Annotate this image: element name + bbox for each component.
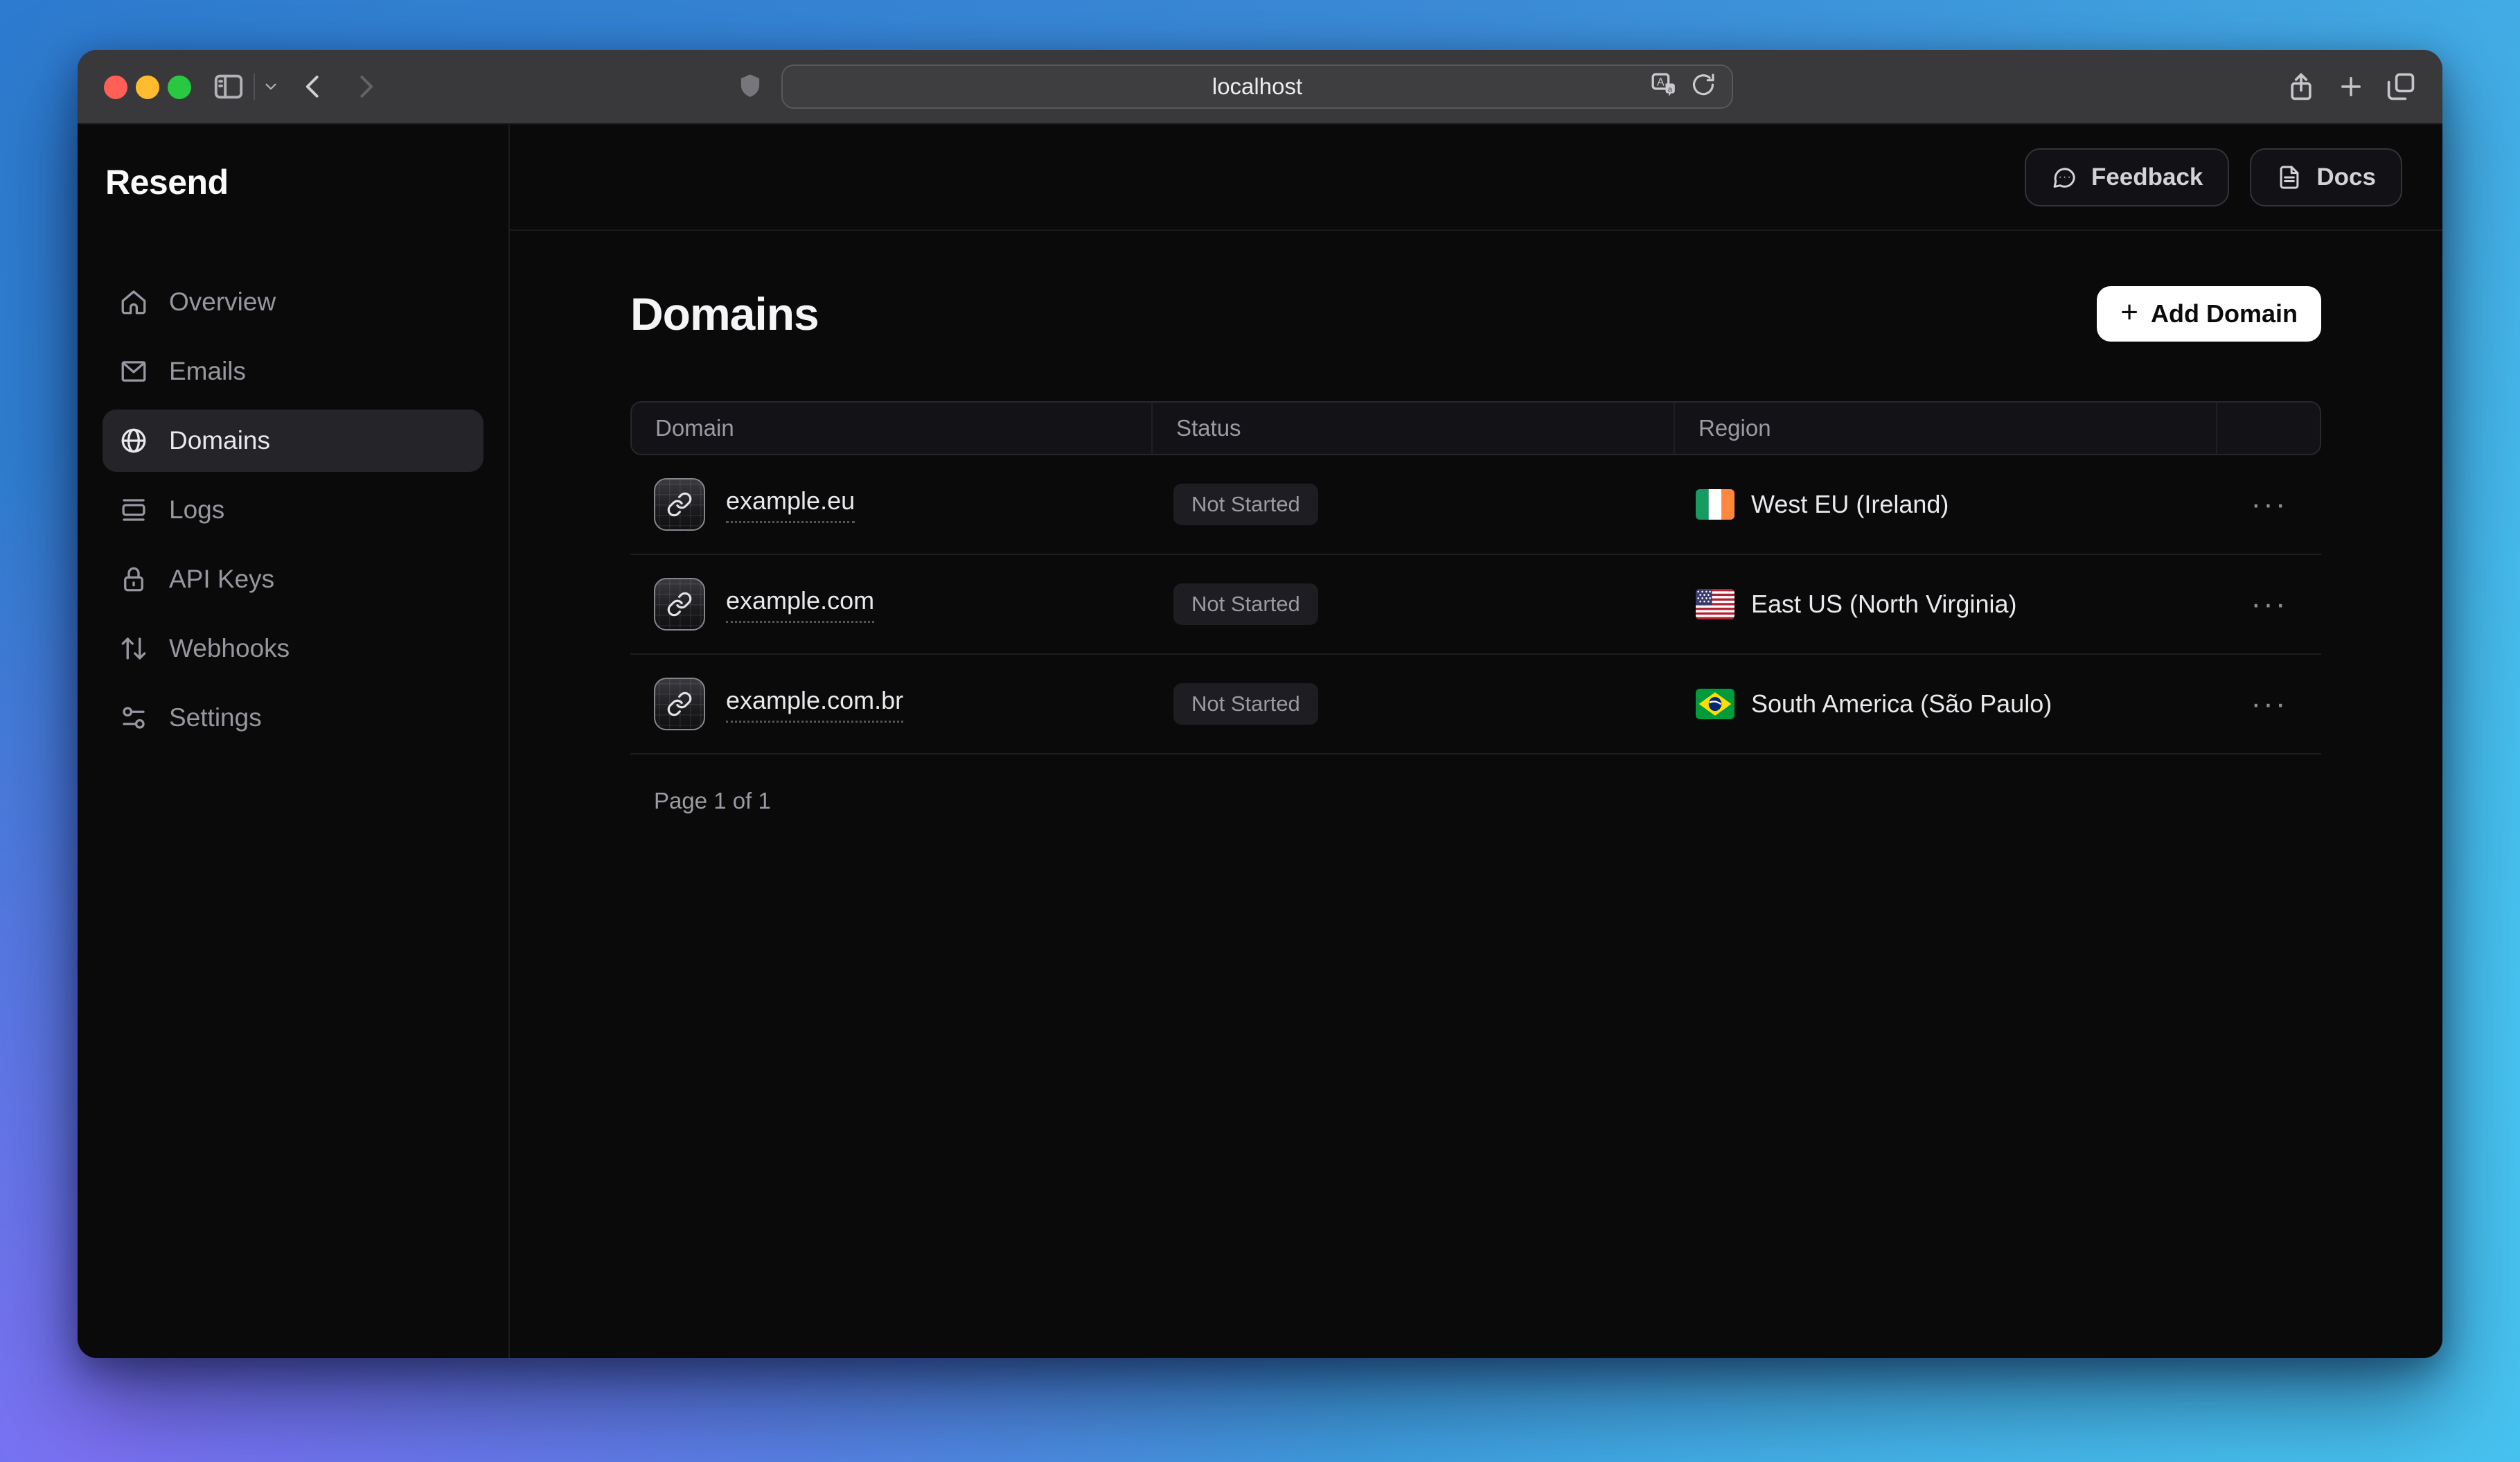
- arrows-up-down-icon: [119, 634, 148, 663]
- region-label: East US (North Virginia): [1751, 590, 2016, 619]
- desktop-background: localhost Aa: [0, 0, 2520, 1462]
- sliders-icon: [119, 703, 148, 732]
- sidebar-item-label: Settings: [169, 703, 262, 732]
- address-bar[interactable]: localhost Aa: [781, 64, 1733, 109]
- ireland-flag-icon: [1696, 489, 1734, 520]
- status-badge: Not Started: [1173, 583, 1318, 625]
- resend-logo[interactable]: Resend: [105, 162, 508, 202]
- status-badge: Not Started: [1173, 683, 1318, 725]
- sidebar-item-webhooks[interactable]: Webhooks: [103, 617, 483, 680]
- sidebar-toggle-icon[interactable]: [209, 50, 248, 123]
- region-value: West EU (Ireland): [1696, 489, 1949, 520]
- file-text-icon: [2276, 164, 2302, 191]
- column-header-actions: [2216, 403, 2320, 454]
- pagination-status: Page 1 of 1: [630, 788, 2321, 814]
- toolbar-divider: [254, 73, 255, 100]
- domain-link-button[interactable]: [654, 478, 705, 531]
- lock-icon: [119, 565, 148, 594]
- zoom-window-button[interactable]: [168, 76, 191, 99]
- add-domain-button-label: Add Domain: [2151, 299, 2298, 328]
- domain-name-link[interactable]: example.com: [726, 586, 874, 623]
- row-menu-button[interactable]: ···: [2251, 689, 2288, 719]
- reload-icon[interactable]: [1690, 72, 1716, 102]
- forward-icon[interactable]: [348, 50, 382, 123]
- sidebar-item-logs[interactable]: Logs: [103, 479, 483, 541]
- plus-icon: +: [2120, 297, 2138, 328]
- domains-table: Domain Status Region example.eu: [630, 401, 2321, 755]
- chevron-down-icon[interactable]: [259, 50, 283, 123]
- sidebar-item-label: API Keys: [169, 565, 274, 594]
- brazil-flag-icon: [1696, 689, 1734, 719]
- share-icon[interactable]: [2282, 50, 2321, 123]
- svg-text:a: a: [1668, 85, 1673, 94]
- domains-page: Domains + Add Domain Domain Status Regio…: [510, 231, 2442, 1358]
- region-value: East US (North Virginia): [1696, 589, 2016, 619]
- feedback-button[interactable]: Feedback: [2025, 148, 2229, 206]
- table-row: example.com Not Started: [630, 555, 2321, 655]
- domain-link-button[interactable]: [654, 678, 705, 730]
- link-icon: [666, 691, 693, 717]
- sidebar-item-label: Webhooks: [169, 634, 290, 663]
- close-window-button[interactable]: [104, 76, 127, 99]
- link-icon: [666, 491, 693, 518]
- back-icon[interactable]: [296, 50, 331, 123]
- message-bubble-icon: [2051, 164, 2077, 191]
- new-tab-icon[interactable]: [2332, 50, 2370, 123]
- region-label: West EU (Ireland): [1751, 490, 1949, 519]
- home-icon: [119, 288, 148, 317]
- minimize-window-button[interactable]: [136, 76, 159, 99]
- table-row: example.eu Not Started West EU (Ireland)…: [630, 455, 2321, 555]
- privacy-shield-icon[interactable]: [731, 50, 769, 123]
- sidebar: Resend Overview Emails Domains: [78, 125, 510, 1358]
- domain-link-button[interactable]: [654, 578, 705, 631]
- sidebar-item-emails[interactable]: Emails: [103, 340, 483, 403]
- browser-toolbar: localhost Aa: [78, 50, 2442, 125]
- us-flag-icon: [1696, 589, 1734, 619]
- row-menu-button[interactable]: ···: [2251, 489, 2288, 520]
- status-badge: Not Started: [1173, 484, 1318, 525]
- sidebar-item-domains[interactable]: Domains: [103, 409, 483, 472]
- app-frame: Resend Overview Emails Domains: [78, 125, 2442, 1358]
- table-header: Domain Status Region: [630, 401, 2321, 455]
- tab-overview-icon[interactable]: [2381, 50, 2420, 123]
- feedback-button-label: Feedback: [2091, 164, 2203, 191]
- mail-icon: [119, 357, 148, 386]
- column-header-domain: Domain: [632, 403, 1151, 454]
- translate-icon[interactable]: Aa: [1650, 71, 1678, 103]
- region-value: South America (São Paulo): [1696, 689, 2052, 719]
- region-label: South America (São Paulo): [1751, 689, 2052, 719]
- sidebar-item-label: Emails: [169, 357, 246, 386]
- sidebar-nav: Overview Emails Domains Logs: [78, 271, 508, 749]
- add-domain-button[interactable]: + Add Domain: [2097, 286, 2321, 342]
- sidebar-item-label: Overview: [169, 288, 276, 317]
- table-row: example.com.br Not Started: [630, 655, 2321, 755]
- domain-name-link[interactable]: example.com.br: [726, 686, 903, 723]
- globe-icon: [119, 426, 148, 455]
- domain-name-link[interactable]: example.eu: [726, 486, 855, 523]
- sidebar-item-api-keys[interactable]: API Keys: [103, 548, 483, 610]
- svg-text:A: A: [1657, 76, 1665, 88]
- main-header: Feedback Docs: [510, 125, 2442, 231]
- page-title: Domains: [630, 288, 819, 340]
- column-header-status: Status: [1151, 403, 1674, 454]
- row-menu-button[interactable]: ···: [2251, 589, 2288, 619]
- column-header-region: Region: [1674, 403, 2216, 454]
- url-text: localhost: [1212, 73, 1302, 100]
- docs-button-label: Docs: [2316, 164, 2376, 191]
- logs-icon: [119, 495, 148, 525]
- sidebar-item-overview[interactable]: Overview: [103, 271, 483, 333]
- main-area: Feedback Docs Domains + Add Domain: [510, 125, 2442, 1358]
- sidebar-item-settings[interactable]: Settings: [103, 687, 483, 749]
- browser-window: localhost Aa: [78, 50, 2442, 1358]
- sidebar-item-label: Domains: [169, 426, 270, 455]
- link-icon: [666, 591, 693, 617]
- docs-button[interactable]: Docs: [2250, 148, 2402, 206]
- sidebar-item-label: Logs: [169, 495, 224, 525]
